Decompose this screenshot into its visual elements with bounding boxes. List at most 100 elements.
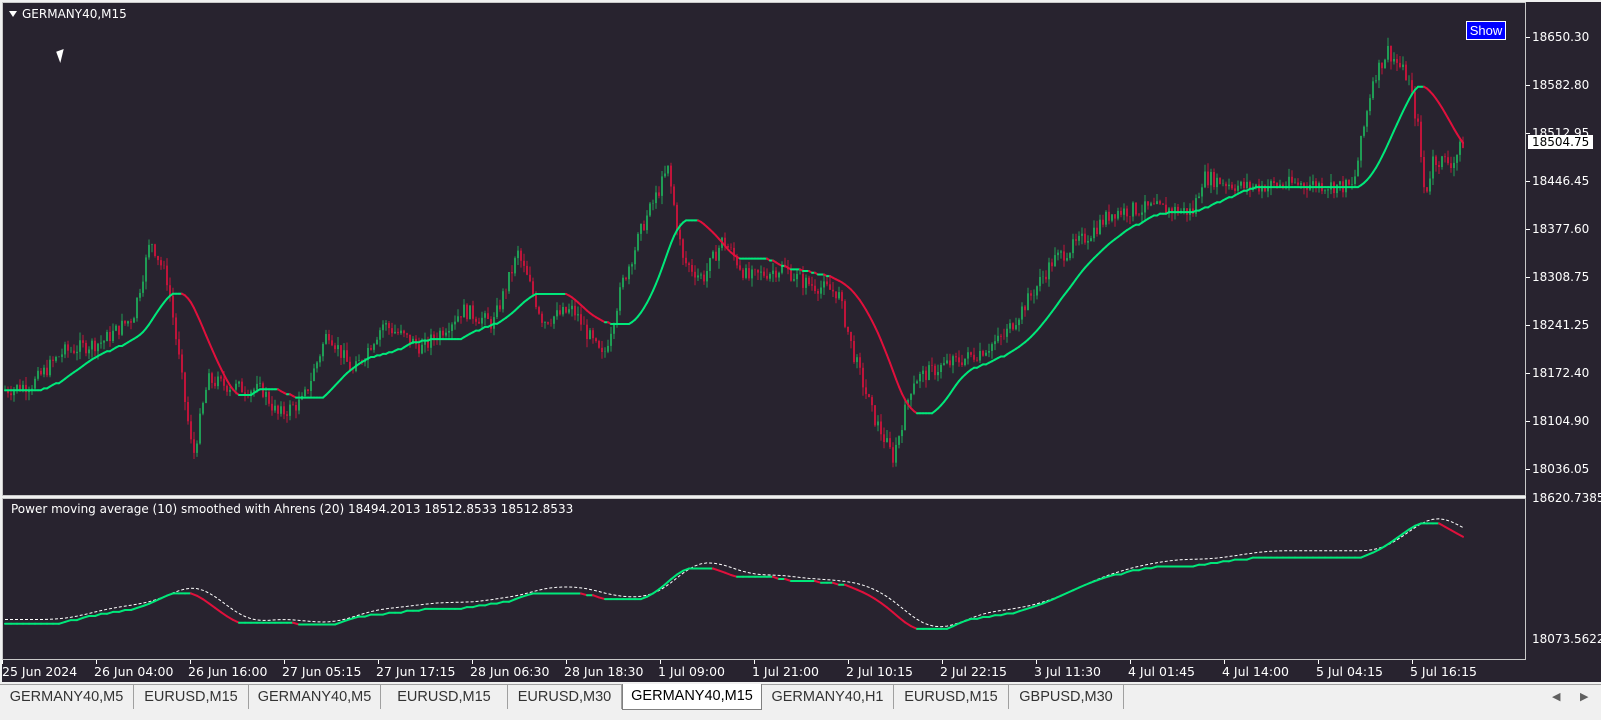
indicator-main-line-segment <box>208 602 216 609</box>
main-price-chart[interactable]: GERMANY40,M15 Show <box>2 2 1526 496</box>
price-label: 18582.80 <box>1532 78 1590 92</box>
time-label: 27 Jun 17:15 <box>376 664 456 679</box>
indicator-main-line-segment <box>880 601 888 609</box>
chart-tab[interactable]: EURUSD,M15 <box>134 685 249 709</box>
chart-tab[interactable]: GERMANY40,M5 <box>249 685 381 709</box>
power-moving-average-line-segment <box>193 307 198 316</box>
power-moving-average-line-segment <box>880 339 885 349</box>
price-label: 18241.25 <box>1532 318 1590 332</box>
indicator-main-line-segment <box>220 611 228 618</box>
price-tick <box>1526 421 1530 422</box>
indicator-main-line-segment <box>904 621 912 628</box>
time-label: 28 Jun 18:30 <box>564 664 644 679</box>
power-moving-average-line-segment <box>667 242 672 253</box>
indicator-main-line-segment <box>1444 525 1452 532</box>
power-moving-average-line-segment <box>1387 136 1392 145</box>
time-label: 26 Jun 16:00 <box>188 664 268 679</box>
power-moving-average-line-segment <box>670 235 675 245</box>
indicator-main-line-segment <box>664 578 672 586</box>
price-label: 18172.40 <box>1532 366 1590 380</box>
time-axis[interactable]: 25 Jun 2024 26 Jun 04:00 26 Jun 16:00 27 Ju… <box>2 660 1601 682</box>
power-moving-average-line-segment <box>664 250 669 261</box>
indicator-main-line <box>4 522 1464 630</box>
indicator-main-line-segment <box>892 611 900 619</box>
chart-tab[interactable]: GERMANY40,M15 <box>622 684 762 710</box>
indicator-main-line-segment <box>868 594 876 600</box>
time-label: 3 Jul 11:30 <box>1034 664 1102 679</box>
power-moving-average-line-segment <box>874 325 879 335</box>
price-label: 18036.05 <box>1532 462 1590 476</box>
power-moving-average-line-segment <box>211 348 216 357</box>
power-moving-average-line-segment <box>658 267 663 278</box>
chart-title: GERMANY40,M15 <box>9 7 127 21</box>
current-price-label: 18504.75 <box>1528 135 1594 149</box>
power-moving-average-line-segment <box>892 370 897 381</box>
chart-tab[interactable]: GERMANY40,M5 <box>0 685 134 709</box>
chart-tab[interactable]: GERMANY40,H1 <box>762 685 894 709</box>
power-moving-average-line-segment <box>205 334 210 344</box>
power-moving-average-line-segment <box>199 320 204 329</box>
price-label: 18308.75 <box>1532 270 1590 284</box>
time-label: 28 Jun 06:30 <box>470 664 550 679</box>
chart-tab[interactable]: EURUSD,M15 <box>894 685 1009 709</box>
indicator-main-line-segment <box>862 591 870 597</box>
power-moving-average-line-segment <box>1390 129 1395 139</box>
power-moving-average-line-segment <box>877 332 882 342</box>
indicator-main-line-segment <box>1450 529 1458 535</box>
power-moving-average-line-segment <box>1393 123 1398 132</box>
indicator-price-label: 18620.7385 <box>1532 491 1601 505</box>
power-moving-average-line-segment <box>214 354 219 364</box>
power-moving-average-line-segment <box>1396 116 1401 126</box>
time-label: 4 Jul 01:45 <box>1128 664 1196 679</box>
candles <box>4 37 1464 468</box>
price-tick <box>1526 37 1530 38</box>
indicator-main-line-segment <box>1396 532 1404 539</box>
price-label: 18650.30 <box>1532 30 1590 44</box>
price-tick <box>1526 85 1530 86</box>
indicator-main-line-segment <box>226 615 234 621</box>
power-moving-average-line-segment <box>661 258 666 270</box>
indicator-main-line-segment <box>898 616 906 624</box>
indicator-plot <box>4 518 1464 630</box>
time-label: 5 Jul 16:15 <box>1410 664 1478 679</box>
power-moving-average-line-segment <box>895 378 900 388</box>
indicator-title: Power moving average (10) smoothed with … <box>11 502 574 516</box>
time-label: 2 Jul 10:15 <box>846 664 914 679</box>
indicator-main-line-segment <box>874 597 882 604</box>
power-moving-average-line-segment <box>889 361 894 372</box>
price-tick <box>1526 373 1530 374</box>
price-tick <box>1526 133 1530 134</box>
show-button[interactable]: Show <box>1466 21 1506 40</box>
power-moving-average-line-segment <box>886 354 891 364</box>
price-tick <box>1526 229 1530 230</box>
chart-tab[interactable]: EURUSD,M30 <box>508 685 622 709</box>
indicator-main-line-segment <box>214 606 222 614</box>
indicator-main-line-segment <box>1438 522 1446 528</box>
indicator-main-line-segment <box>196 594 204 601</box>
chart-tab[interactable]: GBPUSD,M30 <box>1009 685 1124 709</box>
indicator-price-label: 18073.5622 <box>1532 632 1601 646</box>
price-axis[interactable]: 18650.30 18582.80 18512.95 18446.45 18377.60… <box>1526 2 1601 660</box>
indicator-subwindow[interactable]: Power moving average (10) smoothed with … <box>2 498 1526 660</box>
power-moving-average-line-segment <box>898 385 903 395</box>
chart-tabs-bar: GERMANY40,M5 EURUSD,M15 GERMANY40,M5 EURUSD… <box>0 684 1601 720</box>
power-moving-average-line-segment <box>871 319 876 328</box>
price-label: 18377.60 <box>1532 222 1590 236</box>
power-moving-average-line-segment <box>1399 110 1404 119</box>
power-moving-average-line-segment <box>1402 104 1407 113</box>
price-label: 18104.90 <box>1532 414 1590 428</box>
scroll-left-icon[interactable]: ◀ <box>1552 690 1560 703</box>
power-moving-average-line-segment <box>196 313 201 322</box>
power-moving-average-line-segment <box>217 361 222 370</box>
indicator-main-line-segment <box>886 606 894 614</box>
collapse-triangle-icon[interactable] <box>9 11 17 17</box>
chart-symbol-label: GERMANY40,M15 <box>22 7 127 21</box>
power-moving-average-line-segment <box>1384 143 1389 152</box>
time-label: 25 Jun 2024 <box>2 664 78 679</box>
power-moving-average-line-segment <box>883 346 888 357</box>
time-label: 26 Jun 04:00 <box>94 664 174 679</box>
power-moving-average-line-segment <box>1381 149 1386 158</box>
scroll-right-icon[interactable]: ▶ <box>1580 690 1588 703</box>
ahrens-signal-line <box>5 518 1464 628</box>
chart-tab[interactable]: EURUSD,M15 <box>381 685 508 709</box>
